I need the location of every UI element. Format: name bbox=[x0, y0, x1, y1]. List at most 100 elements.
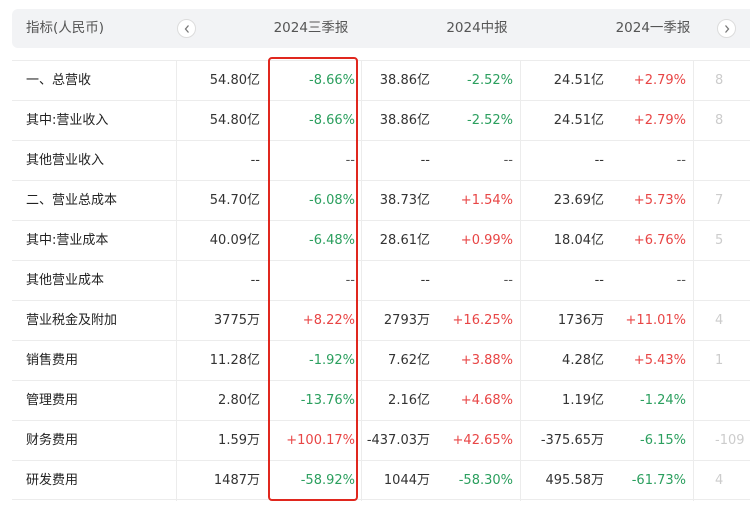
table-row[interactable]: 一、总营收 54.80亿 -8.66% 38.86亿 -2.52% 24.51亿 +2.79… bbox=[12, 60, 750, 100]
next-period-value bbox=[715, 141, 750, 181]
q3-value: 54.70亿 bbox=[209, 193, 260, 208]
row-label: 其中:营业收入 bbox=[26, 113, 109, 128]
next-period-value bbox=[715, 381, 750, 421]
next-period-value: 4 bbox=[715, 473, 724, 488]
q1-value: 23.69亿 bbox=[553, 193, 604, 208]
h1-value: -- bbox=[420, 153, 430, 168]
row-label: 其中:营业成本 bbox=[26, 233, 109, 248]
indicator-column-title: 指标(人民币) bbox=[26, 20, 105, 36]
h1-value: 2.16亿 bbox=[388, 393, 430, 408]
q3-value: 54.80亿 bbox=[209, 113, 260, 128]
q3-growth: -8.66% bbox=[309, 113, 355, 128]
table-row[interactable]: 财务费用 1.59万 +100.17% -437.03万 +42.65% -375.65万… bbox=[12, 420, 750, 460]
q1-value: 24.51亿 bbox=[553, 73, 604, 88]
q3-growth: -- bbox=[345, 273, 355, 288]
table-row[interactable]: 研发费用 1487万 -58.92% 1044万 -58.30% 495.58万 -61.7… bbox=[12, 460, 750, 500]
h1-value: 38.86亿 bbox=[379, 73, 430, 88]
q1-value: 495.58万 bbox=[545, 473, 605, 488]
q3-growth: +8.22% bbox=[302, 313, 355, 328]
table-row[interactable]: 其中:营业成本 40.09亿 -6.48% 28.61亿 +0.99% 18.04亿 +6.… bbox=[12, 220, 750, 260]
q3-growth: -6.08% bbox=[309, 193, 355, 208]
q3-growth: -6.48% bbox=[309, 233, 355, 248]
h1-value: 38.73亿 bbox=[379, 193, 430, 208]
h1-value: -437.03万 bbox=[366, 433, 430, 448]
q3-value: 2.80亿 bbox=[218, 393, 260, 408]
q3-value: 54.80亿 bbox=[209, 73, 260, 88]
q1-value: -- bbox=[594, 153, 604, 168]
previous-period-button[interactable] bbox=[177, 19, 196, 38]
q3-value: 1487万 bbox=[213, 473, 260, 488]
q1-growth: +11.01% bbox=[625, 313, 686, 328]
h1-growth: -- bbox=[503, 273, 513, 288]
table-row[interactable]: 其中:营业收入 54.80亿 -8.66% 38.86亿 -2.52% 24.51亿 +2.… bbox=[12, 100, 750, 140]
table-row[interactable]: 销售费用 11.28亿 -1.92% 7.62亿 +3.88% 4.28亿 +5.43% 1 bbox=[12, 340, 750, 380]
q3-growth: +100.17% bbox=[286, 433, 355, 448]
h1-growth: +0.99% bbox=[460, 233, 513, 248]
period-header-q3[interactable]: 2024三季报 bbox=[250, 9, 372, 48]
q3-growth: -58.92% bbox=[300, 473, 355, 488]
q1-growth: -- bbox=[676, 273, 686, 288]
h1-growth: +42.65% bbox=[452, 433, 513, 448]
row-label: 销售费用 bbox=[26, 353, 79, 368]
h1-growth: -2.52% bbox=[467, 73, 513, 88]
q3-growth: -1.92% bbox=[309, 353, 355, 368]
chevron-left-icon bbox=[184, 25, 189, 33]
row-label: 一、总营收 bbox=[26, 73, 92, 88]
q1-value: 1736万 bbox=[557, 313, 604, 328]
row-label: 管理费用 bbox=[26, 393, 79, 408]
row-label: 二、营业总成本 bbox=[26, 193, 118, 208]
next-period-value: 4 bbox=[715, 313, 724, 328]
period-header-h1[interactable]: 2024中报 bbox=[420, 9, 534, 48]
q1-value: 18.04亿 bbox=[553, 233, 604, 248]
row-label: 研发费用 bbox=[26, 473, 79, 488]
next-period-value: 5 bbox=[715, 233, 724, 248]
q1-value: 4.28亿 bbox=[562, 353, 604, 368]
row-label: 其他营业成本 bbox=[26, 273, 105, 288]
table-row[interactable]: 营业税金及附加 3775万 +8.22% 2793万 +16.25% 1736万 +11.0… bbox=[12, 300, 750, 340]
next-period-value: 1 bbox=[715, 353, 724, 368]
q3-growth: -13.76% bbox=[300, 393, 355, 408]
q1-value: -375.65万 bbox=[540, 433, 604, 448]
q3-value: 3775万 bbox=[213, 313, 260, 328]
q3-value: 40.09亿 bbox=[209, 233, 260, 248]
q1-growth: +6.76% bbox=[633, 233, 686, 248]
row-label: 其他营业收入 bbox=[26, 153, 105, 168]
q1-growth: -61.73% bbox=[631, 473, 686, 488]
period-header-q1[interactable]: 2024一季报 bbox=[596, 9, 710, 48]
q1-growth: +5.43% bbox=[633, 353, 686, 368]
h1-growth: +1.54% bbox=[460, 193, 513, 208]
table-header: 指标(人民币) 2024三季报 2024中报 2024一季报 bbox=[12, 9, 750, 48]
q1-growth: -6.15% bbox=[640, 433, 686, 448]
q3-value: 1.59万 bbox=[218, 433, 260, 448]
next-period-button[interactable] bbox=[717, 19, 736, 38]
q3-value: 11.28亿 bbox=[209, 353, 260, 368]
next-period-value bbox=[715, 261, 750, 301]
h1-growth: +16.25% bbox=[452, 313, 513, 328]
next-period-value: 7 bbox=[715, 193, 724, 208]
next-period-value: -109 bbox=[715, 433, 745, 448]
q1-growth: -1.24% bbox=[640, 393, 686, 408]
q1-growth: +2.79% bbox=[633, 113, 686, 128]
chevron-right-icon bbox=[725, 25, 730, 33]
h1-value: 7.62亿 bbox=[388, 353, 430, 368]
h1-value: 1044万 bbox=[383, 473, 430, 488]
q3-growth: -8.66% bbox=[309, 73, 355, 88]
q1-value: 24.51亿 bbox=[553, 113, 604, 128]
income-statement-table: 一、总营收 54.80亿 -8.66% 38.86亿 -2.52% 24.51亿 +2.79… bbox=[12, 60, 750, 500]
row-label: 财务费用 bbox=[26, 433, 79, 448]
q3-value: -- bbox=[250, 273, 260, 288]
h1-value: 28.61亿 bbox=[379, 233, 430, 248]
h1-value: 2793万 bbox=[383, 313, 430, 328]
table-row[interactable]: 管理费用 2.80亿 -13.76% 2.16亿 +4.68% 1.19亿 -1.24% bbox=[12, 380, 750, 420]
q1-growth: +2.79% bbox=[633, 73, 686, 88]
table-row[interactable]: 其他营业收入 -- -- -- -- -- -- bbox=[12, 140, 750, 180]
table-row[interactable]: 其他营业成本 -- -- -- -- -- -- bbox=[12, 260, 750, 300]
q1-growth: -- bbox=[676, 153, 686, 168]
q1-growth: +5.73% bbox=[633, 193, 686, 208]
h1-growth: +3.88% bbox=[460, 353, 513, 368]
table-row[interactable]: 二、营业总成本 54.70亿 -6.08% 38.73亿 +1.54% 23.69亿 +5.… bbox=[12, 180, 750, 220]
next-period-value: 8 bbox=[715, 73, 724, 88]
next-period-value: 8 bbox=[715, 113, 724, 128]
h1-growth: -2.52% bbox=[467, 113, 513, 128]
h1-value: 38.86亿 bbox=[379, 113, 430, 128]
